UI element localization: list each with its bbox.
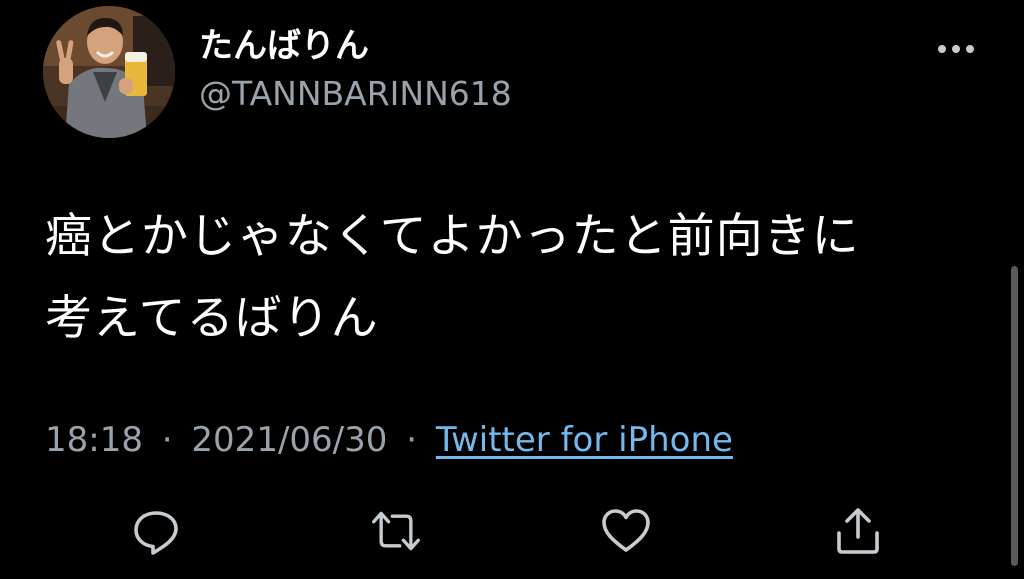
meta-separator: · [406,420,418,460]
more-options-button[interactable] [930,34,982,64]
more-dots-icon [938,45,974,53]
tweet-source-link[interactable]: Twitter for iPhone [436,420,733,460]
reply-icon [134,511,178,555]
share-button[interactable] [832,505,884,557]
scrollbar[interactable] [1011,266,1018,566]
tweet-time: 18:18 [45,420,143,460]
meta-separator: · [161,420,173,460]
tweet-text: 癌とかじゃなくてよかったと前向きに 考えてるばりん [45,196,975,360]
avatar-photo [43,6,175,138]
tweet-metadata: 18:18 · 2021/06/30 · Twitter for iPhone [45,418,733,462]
username-handle[interactable]: @TANNBARINN618 [199,74,512,114]
reply-button[interactable] [130,505,182,557]
display-name[interactable]: たんばりん [199,26,369,66]
share-icon [837,508,879,554]
tweet-date: 2021/06/30 [191,420,388,460]
retweet-button[interactable] [370,505,422,557]
avatar[interactable] [43,6,175,138]
tweet-detail: たんばりん @TANNBARINN618 癌とかじゃなくてよかったと前向きに 考… [0,0,1024,579]
retweet-icon [372,511,420,551]
tweet-text-line: 考えてるばりん [45,291,379,346]
tweet-text-line: 癌とかじゃなくてよかったと前向きに [45,209,860,264]
like-button[interactable] [600,505,652,557]
heart-icon [602,509,650,552]
